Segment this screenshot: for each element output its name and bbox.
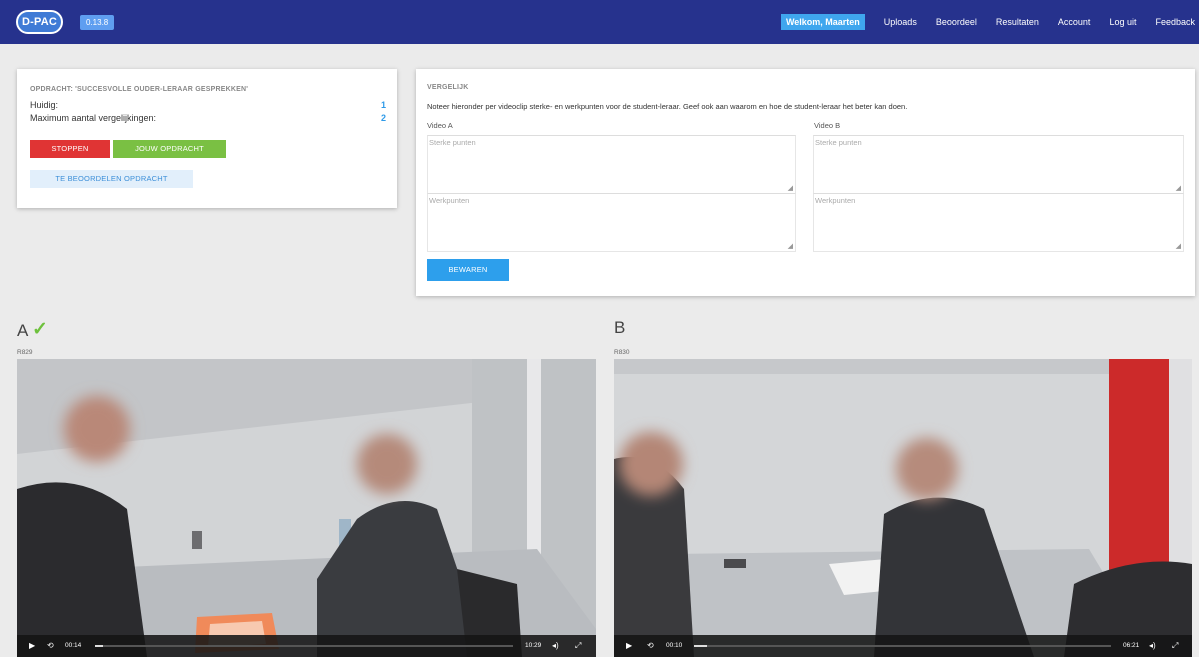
- current-label: Huidig:: [30, 100, 59, 110]
- resize-grip-icon[interactable]: ◢: [788, 243, 793, 250]
- nav-resultaten[interactable]: Resultaten: [996, 17, 1039, 27]
- nav-uploads[interactable]: Uploads: [884, 17, 917, 27]
- top-navbar: D-PAC 0.13.8 Welkom, Maarten Uploads Beo…: [0, 0, 1199, 44]
- nav-feedback[interactable]: Feedback: [1155, 17, 1195, 27]
- checkmark-icon: ✓: [32, 319, 48, 340]
- current-value: 1: [380, 100, 386, 110]
- compare-title: VERGELIJK: [427, 84, 469, 91]
- play-icon[interactable]: ▶: [29, 635, 35, 657]
- video-b-duration: 06:21: [1123, 642, 1140, 649]
- video-a-strengths-textarea[interactable]: Sterke punten ◢: [427, 135, 796, 194]
- nav-logout[interactable]: Log uit: [1109, 17, 1136, 27]
- video-a-duration: 10:29: [525, 642, 542, 649]
- video-b-progress-bar[interactable]: [694, 645, 1111, 647]
- nav-welcome-user[interactable]: Welkom, Maarten: [780, 14, 865, 30]
- video-b-strengths-textarea[interactable]: Sterke punten ◢: [813, 135, 1184, 194]
- resize-grip-icon[interactable]: ◢: [788, 185, 793, 192]
- dpac-logo[interactable]: D-PAC: [16, 10, 63, 34]
- max-comparisons-value: 2: [380, 113, 386, 123]
- play-icon[interactable]: ▶: [626, 635, 632, 657]
- nav-account[interactable]: Account: [1058, 17, 1091, 27]
- video-b-improvements-textarea[interactable]: Werkpunten ◢: [813, 193, 1184, 252]
- video-b-current-time: 00:10: [666, 642, 683, 649]
- video-b-improvements-placeholder: Werkpunten: [815, 196, 856, 205]
- video-a-frame: [17, 359, 596, 657]
- save-button[interactable]: BEWAREN: [427, 259, 509, 281]
- your-assignment-button[interactable]: JOUW OPDRACHT: [113, 140, 226, 158]
- video-b-frame: [614, 359, 1192, 657]
- video-a-current-time: 00:14: [65, 642, 82, 649]
- volume-icon[interactable]: ◂): [552, 635, 559, 657]
- video-b-code: R830: [614, 349, 630, 356]
- version-badge: 0.13.8: [80, 15, 115, 30]
- replay-icon[interactable]: ⟲: [47, 635, 54, 657]
- resize-grip-icon[interactable]: ◢: [1176, 243, 1181, 250]
- video-a-player[interactable]: ▶ ⟲ 00:14 10:29 ◂) ⤢: [17, 359, 596, 657]
- main-nav: Welkom, Maarten Uploads Beoordeel Result…: [762, 0, 1195, 44]
- video-a-label: Video A: [427, 121, 453, 130]
- video-a-improvements-placeholder: Werkpunten: [429, 196, 470, 205]
- video-a-strengths-placeholder: Sterke punten: [429, 138, 476, 147]
- video-a-progress-fill: [95, 645, 104, 647]
- resize-grip-icon[interactable]: ◢: [1176, 185, 1181, 192]
- fullscreen-icon[interactable]: ⤢: [575, 635, 581, 657]
- video-b-strengths-placeholder: Sterke punten: [815, 138, 862, 147]
- video-b-letter: B: [614, 318, 626, 337]
- video-a-code: R829: [17, 349, 33, 356]
- video-b-label: Video B: [814, 121, 841, 130]
- compare-instruction: Noteer hieronder per videoclip sterke- e…: [427, 102, 908, 111]
- volume-icon[interactable]: ◂): [1149, 635, 1156, 657]
- assignment-title: OPDRACHT: 'SUCCESVOLLE OUDER-LERAAR GESP…: [30, 86, 249, 93]
- stop-button[interactable]: STOPPEN: [30, 140, 110, 158]
- video-a-controls: ▶ ⟲ 00:14 10:29 ◂) ⤢: [17, 635, 596, 657]
- assignment-card: OPDRACHT: 'SUCCESVOLLE OUDER-LERAAR GESP…: [17, 69, 397, 208]
- assess-assignment-button[interactable]: TE BEOORDELEN OPDRACHT: [30, 170, 193, 188]
- fullscreen-icon[interactable]: ⤢: [1172, 635, 1178, 657]
- video-a-improvements-textarea[interactable]: Werkpunten ◢: [427, 193, 796, 252]
- video-a-progress-bar[interactable]: [95, 645, 513, 647]
- video-a-letter: A: [17, 321, 29, 340]
- nav-beoordeel[interactable]: Beoordeel: [936, 17, 977, 27]
- video-b-player[interactable]: ▶ ⟲ 00:10 06:21 ◂) ⤢: [614, 359, 1192, 657]
- replay-icon[interactable]: ⟲: [647, 635, 654, 657]
- video-b-progress-fill: [694, 645, 707, 647]
- compare-card: VERGELIJK Noteer hieronder per videoclip…: [416, 69, 1195, 296]
- video-b-controls: ▶ ⟲ 00:10 06:21 ◂) ⤢: [614, 635, 1192, 657]
- max-comparisons-label: Maximum aantal vergelijkingen:: [30, 113, 157, 123]
